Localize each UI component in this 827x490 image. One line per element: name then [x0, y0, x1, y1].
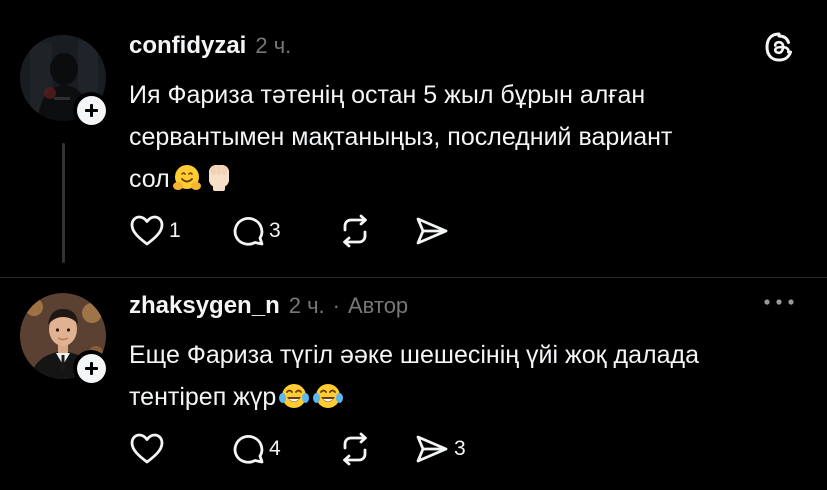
raised-fist-emoji [204, 161, 234, 206]
comment-post: zhaksygen_n 2 ч. · Автор Еще Фариза түгі… [0, 278, 827, 490]
follow-button[interactable] [73, 92, 109, 128]
share-count: 3 [454, 437, 466, 460]
reply-button[interactable]: 3 [231, 214, 338, 248]
timestamp: 2 ч. [288, 293, 325, 318]
hugging-face-emoji [172, 163, 202, 206]
heart-icon [130, 215, 164, 246]
tears-of-joy-emoji [312, 381, 344, 424]
timestamp: 2 ч. [255, 33, 292, 58]
username[interactable]: zhaksygen_n [129, 292, 280, 320]
reply-button[interactable]: 4 [231, 432, 338, 466]
action-bar: 4 3 [129, 432, 466, 466]
thread-line [62, 143, 65, 263]
post-text-line: Ия Фариза тәтенің остан 5 жыл бұрын алға… [129, 81, 646, 109]
heart-icon [130, 433, 164, 464]
post-text: Ия Фариза тәтенің остан 5 жыл бұрын алға… [129, 74, 809, 206]
plus-icon [76, 353, 106, 383]
repost-icon [343, 214, 367, 248]
speech-bubble-icon [233, 435, 264, 464]
share-button[interactable]: 3 [414, 432, 466, 466]
speech-bubble-icon [233, 217, 264, 246]
like-button[interactable] [129, 432, 231, 466]
repost-button[interactable] [338, 214, 414, 248]
post-text-line: тентіреп жүр [129, 383, 277, 411]
post-header: confidyzai 2 ч. [129, 32, 291, 60]
plus-icon [76, 95, 106, 125]
comment-post: confidyzai 2 ч. Ия Фариза тәтенің остан … [0, 0, 827, 278]
send-icon [416, 217, 448, 245]
post-text-line: сервантымен мақтаныңыз, последний вариан… [129, 123, 673, 151]
like-count: 1 [169, 219, 181, 242]
repost-button[interactable] [338, 432, 414, 466]
more-dots-icon[interactable] [761, 292, 797, 312]
repost-icon [343, 432, 367, 466]
username[interactable]: confidyzai [129, 32, 246, 60]
action-bar: 1 3 [129, 214, 450, 248]
like-button[interactable]: 1 [129, 214, 231, 248]
threads-logo-icon [763, 31, 795, 68]
tears-of-joy-emoji [278, 381, 310, 424]
author-badge: Автор [347, 293, 409, 318]
send-icon [416, 435, 448, 463]
share-button[interactable] [414, 214, 450, 248]
reply-count: 3 [269, 219, 281, 242]
post-text: Еще Фариза түгіл әәке шешесінің үйі жоқ … [129, 334, 809, 424]
reply-count: 4 [269, 437, 281, 460]
separator-dot: · [332, 293, 340, 318]
post-text-line: сол [129, 165, 170, 193]
post-text-line: Еще Фариза түгіл әәке шешесінің үйі жоқ … [129, 341, 699, 369]
post-header: zhaksygen_n 2 ч. · Автор [129, 292, 408, 320]
follow-button[interactable] [73, 350, 109, 386]
